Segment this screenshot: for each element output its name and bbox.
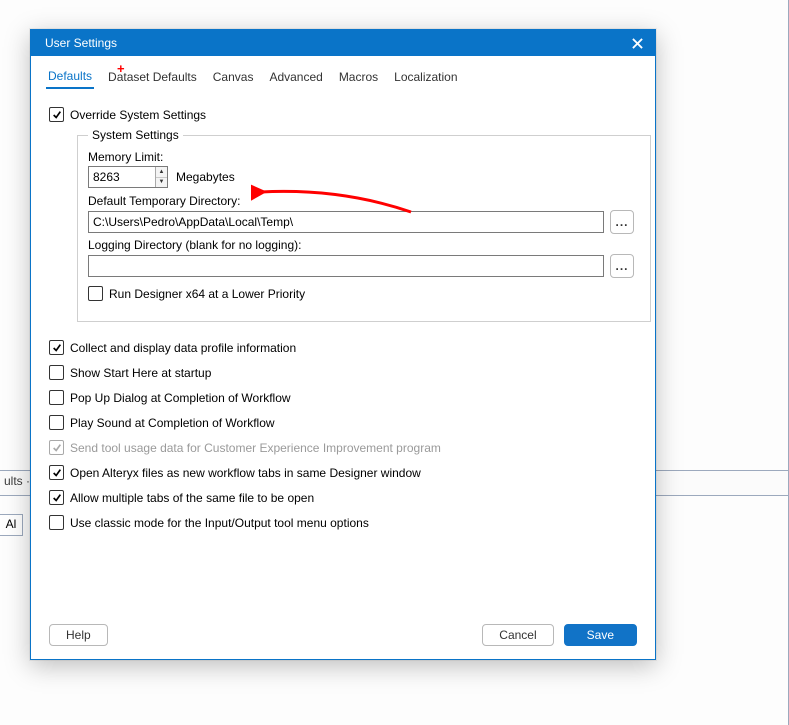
opt-open-new-tabs-label: Open Alteryx files as new workflow tabs … (70, 466, 421, 480)
bg-tab-al[interactable]: Al (0, 514, 23, 536)
override-system-settings-checkbox[interactable] (49, 107, 64, 122)
tab-dataset-defaults[interactable]: Dataset Defaults (106, 70, 199, 88)
tab-localization[interactable]: Localization (392, 70, 459, 88)
opt-allow-multiple-tabs-checkbox[interactable] (49, 490, 64, 505)
opt-collect-profile-label: Collect and display data profile informa… (70, 341, 296, 355)
tab-advanced[interactable]: Advanced (267, 70, 324, 88)
tabs-bar: Defaults Dataset Defaults Canvas Advance… (31, 56, 655, 89)
temp-dir-browse-button[interactable]: ... (610, 210, 634, 234)
save-button[interactable]: Save (564, 624, 637, 646)
run-lower-priority-label: Run Designer x64 at a Lower Priority (109, 287, 305, 301)
opt-classic-mode-label: Use classic mode for the Input/Output to… (70, 516, 369, 530)
memory-limit-input[interactable] (89, 167, 155, 187)
log-dir-browse-button[interactable]: ... (610, 254, 634, 278)
temp-dir-input[interactable] (88, 211, 604, 233)
dialog-title: User Settings (45, 36, 117, 50)
cancel-button[interactable]: Cancel (482, 624, 553, 646)
memory-limit-label: Memory Limit: (88, 150, 640, 164)
titlebar: User Settings (31, 30, 655, 56)
log-dir-label: Logging Directory (blank for no logging)… (88, 238, 640, 252)
memory-limit-unit: Megabytes (176, 170, 235, 184)
opt-collect-profile-checkbox[interactable] (49, 340, 64, 355)
close-button[interactable] (627, 33, 647, 53)
opt-popup-complete-label: Pop Up Dialog at Completion of Workflow (70, 391, 291, 405)
tab-canvas[interactable]: Canvas (211, 70, 256, 88)
opt-send-usage-label: Send tool usage data for Customer Experi… (70, 441, 441, 455)
opt-play-sound-checkbox[interactable] (49, 415, 64, 430)
memory-limit-spinner: ▲ ▼ (88, 166, 168, 188)
opt-allow-multiple-tabs-label: Allow multiple tabs of the same file to … (70, 491, 314, 505)
log-dir-input[interactable] (88, 255, 604, 277)
opt-show-start-label: Show Start Here at startup (70, 366, 211, 380)
temp-dir-label: Default Temporary Directory: (88, 194, 640, 208)
opt-open-new-tabs-checkbox[interactable] (49, 465, 64, 480)
opt-classic-mode-checkbox[interactable] (49, 515, 64, 530)
opt-show-start-checkbox[interactable] (49, 365, 64, 380)
memory-limit-down[interactable]: ▼ (156, 178, 167, 188)
opt-play-sound-label: Play Sound at Completion of Workflow (70, 416, 275, 430)
system-settings-group: System Settings Memory Limit: ▲ ▼ Megaby… (77, 128, 651, 322)
memory-limit-up[interactable]: ▲ (156, 167, 167, 178)
run-lower-priority-checkbox[interactable] (88, 286, 103, 301)
tab-defaults[interactable]: Defaults (46, 69, 94, 89)
help-button[interactable]: Help (49, 624, 108, 646)
close-icon (632, 38, 643, 49)
bg-results-label: ults · (4, 474, 30, 488)
dialog-footer: Help Cancel Save (31, 611, 655, 659)
user-settings-dialog: User Settings Defaults Dataset Defaults … (30, 29, 656, 660)
opt-popup-complete-checkbox[interactable] (49, 390, 64, 405)
options-list: Collect and display data profile informa… (49, 340, 637, 530)
override-system-settings-label: Override System Settings (70, 108, 206, 122)
tab-macros[interactable]: Macros (337, 70, 380, 88)
opt-send-usage-checkbox (49, 440, 64, 455)
system-settings-legend: System Settings (88, 128, 183, 142)
